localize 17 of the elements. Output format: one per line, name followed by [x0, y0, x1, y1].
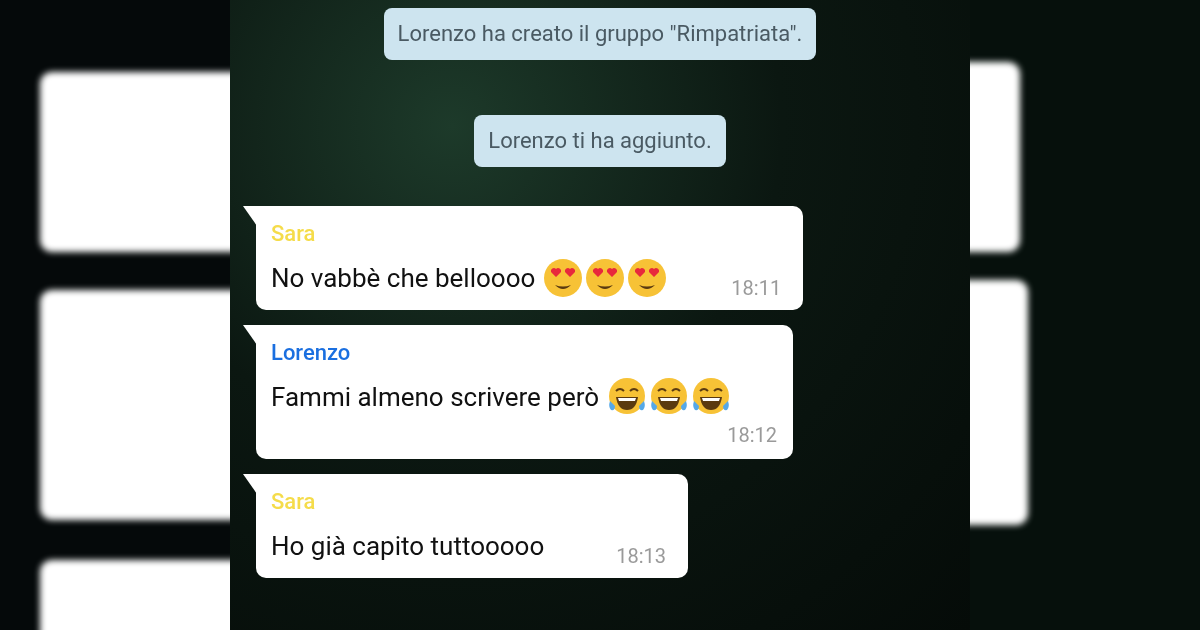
system-message: Lorenzo ha creato il gruppo "Rimpatriata".: [383, 8, 817, 60]
laughing-tears-emoji-icon: [607, 377, 648, 417]
message-text: Fammi almeno scrivere però: [271, 381, 600, 414]
system-message: Lorenzo ti ha aggiunto.: [474, 115, 726, 167]
message-time: 18:11: [731, 276, 782, 300]
sender-name: Sara: [271, 220, 316, 248]
message-time: 18:12: [727, 423, 778, 447]
heart-eyes-emoji-icon: [627, 258, 668, 298]
laughing-tears-emoji-icon: [691, 377, 732, 417]
message-time: 18:13: [616, 544, 667, 568]
message-text: Ho già capito tuttooooo: [271, 530, 545, 563]
sender-name: Lorenzo: [271, 339, 351, 367]
laughing-tears-emoji-icon: [649, 377, 690, 417]
heart-eyes-emoji-icon: [585, 258, 626, 298]
sender-name: Sara: [271, 488, 316, 516]
message-text: No vabbè che belloooo: [271, 262, 536, 295]
heart-eyes-emoji-icon: [543, 258, 584, 298]
